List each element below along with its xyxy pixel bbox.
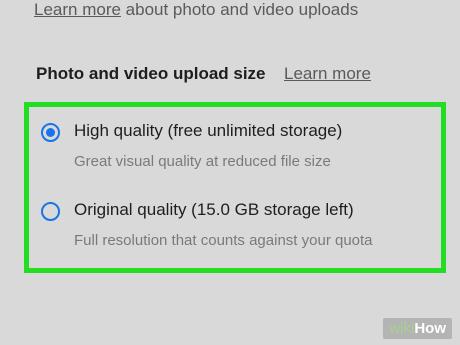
high-quality-radio[interactable]: [41, 123, 60, 142]
uploads-info-line: Learn more about photo and video uploads: [34, 0, 358, 20]
section-title: Photo and video upload size: [36, 64, 266, 83]
upload-size-header: Photo and video upload size Learn more: [36, 64, 371, 84]
wikihow-watermark: wikiHow: [383, 318, 452, 339]
original-quality-radio[interactable]: [41, 202, 60, 221]
learn-more-uploads-link[interactable]: Learn more: [34, 0, 121, 19]
upload-size-options-highlight: High quality (free unlimited storage) Gr…: [24, 102, 446, 273]
learn-more-link[interactable]: Learn more: [284, 64, 371, 83]
original-quality-description: Full resolution that counts against your…: [74, 232, 373, 249]
original-quality-label: Original quality (15.0 GB storage left): [74, 200, 354, 219]
high-quality-label: High quality (free unlimited storage): [74, 121, 343, 140]
uploads-info-text: about photo and video uploads: [120, 0, 359, 19]
high-quality-description: Great visual quality at reduced file siz…: [74, 153, 331, 170]
